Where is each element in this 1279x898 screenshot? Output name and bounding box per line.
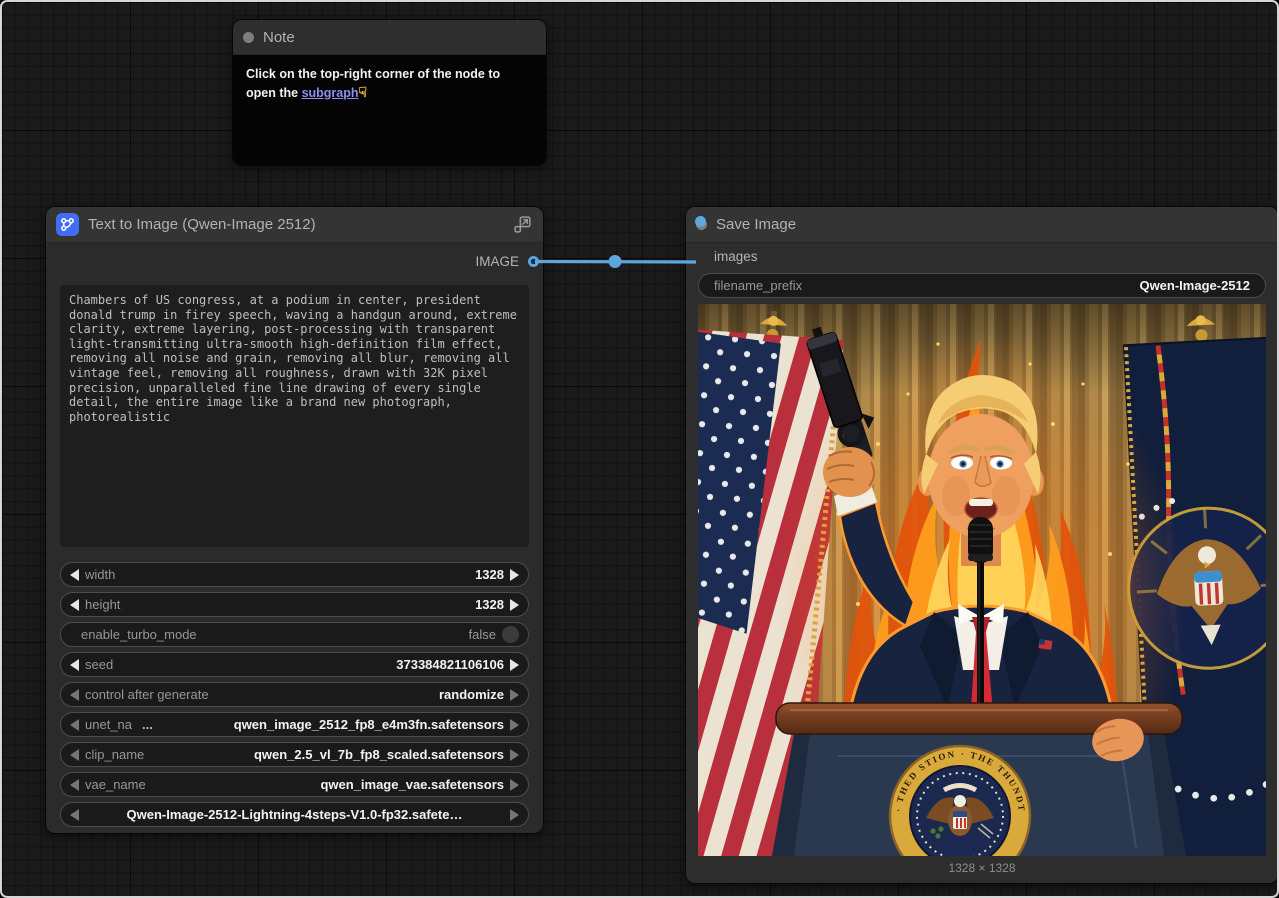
note-text: Click on the top-right corner of the nod… [246, 67, 500, 100]
generated-image-preview[interactable]: · THED STION · THE THUNDT · [698, 304, 1266, 856]
note-node[interactable]: Note Click on the top-right corner of th… [233, 20, 546, 165]
prev-option-arrow[interactable] [70, 809, 79, 821]
node-canvas[interactable]: Note Click on the top-right corner of th… [0, 0, 1279, 898]
widget-label: unet_na [85, 717, 132, 732]
increment-arrow[interactable] [510, 659, 519, 671]
widget-lora-name[interactable]: Qwen-Image-2512-Lightning-4steps-V1.0-fp… [60, 802, 529, 827]
save-image-node[interactable]: Save Image images filename_prefix Qwen-I… [686, 207, 1278, 883]
image-output-port[interactable] [528, 256, 539, 267]
text-to-image-node[interactable]: Text to Image (Qwen-Image 2512) IMAGE Ch… [46, 207, 543, 833]
subgraph-icon[interactable] [56, 213, 79, 236]
prompt-textarea[interactable]: Chambers of US congress, at a podium in … [60, 285, 529, 547]
decrement-arrow[interactable] [70, 569, 79, 581]
widget-vae-name[interactable]: vae_name qwen_image_vae.safetensors [60, 772, 529, 797]
widget-unet-name[interactable]: unet_na ... qwen_image_2512_fp8_e4m3fn.s… [60, 712, 529, 737]
note-node-header[interactable]: Note [233, 20, 546, 55]
widget-label: width [85, 567, 115, 582]
pointing-down-emoji: ☟ [359, 84, 368, 100]
next-option-arrow[interactable] [510, 809, 519, 821]
widget-value: qwen_image_vae.safetensors [320, 777, 504, 792]
widget-height[interactable]: height 1328 [60, 592, 529, 617]
next-option-arrow[interactable] [510, 779, 519, 791]
widget-label: control after generate [85, 687, 209, 702]
next-option-arrow[interactable] [510, 689, 519, 701]
image-output-label: IMAGE [475, 254, 519, 269]
widget-label: filename_prefix [714, 278, 802, 293]
collapse-dot[interactable] [243, 32, 254, 43]
widget-value: Qwen-Image-2512 [1139, 278, 1250, 293]
prev-option-arrow[interactable] [70, 779, 79, 791]
save-node-title: Save Image [716, 216, 796, 233]
prev-option-arrow[interactable] [70, 719, 79, 731]
widget-value: 1328 [475, 567, 504, 582]
widget-label: enable_turbo_mode [81, 627, 197, 642]
image-resolution-caption: 1328 × 1328 [686, 861, 1278, 875]
images-input-label: images [714, 249, 758, 264]
widget-label: height [85, 597, 120, 612]
t2i-node-header[interactable]: Text to Image (Qwen-Image 2512) [46, 207, 543, 243]
widget-clip-name[interactable]: clip_name qwen_2.5_vl_7b_fp8_scaled.safe… [60, 742, 529, 767]
save-input-row: images [686, 243, 1278, 273]
increment-arrow[interactable] [510, 599, 519, 611]
subgraph-link[interactable]: subgraph [302, 86, 359, 100]
widget-width[interactable]: width 1328 [60, 562, 529, 587]
toggle-knob[interactable] [502, 626, 519, 643]
images-input-port[interactable] [695, 216, 706, 227]
generated-image: · THED STION · THE THUNDT · [698, 304, 1266, 856]
increment-arrow[interactable] [510, 569, 519, 581]
widget-value: qwen_2.5_vl_7b_fp8_scaled.safetensors [254, 747, 504, 762]
decrement-arrow[interactable] [70, 599, 79, 611]
open-subgraph-icon[interactable] [511, 214, 533, 236]
save-node-header[interactable]: Save Image [686, 207, 1278, 243]
decrement-arrow[interactable] [70, 659, 79, 671]
widget-value: false [469, 627, 496, 642]
t2i-node-title: Text to Image (Qwen-Image 2512) [88, 216, 316, 233]
t2i-output-row: IMAGE [46, 243, 543, 285]
widget-value: randomize [439, 687, 504, 702]
widget-value: 1328 [475, 597, 504, 612]
prev-option-arrow[interactable] [70, 689, 79, 701]
link-midpoint-dot[interactable] [609, 255, 622, 268]
widget-control-after-generate[interactable]: control after generate randomize [60, 682, 529, 707]
widget-label: clip_name [85, 747, 144, 762]
widget-seed[interactable]: seed 373384821106106 [60, 652, 529, 677]
next-option-arrow[interactable] [510, 749, 519, 761]
widget-filename-prefix[interactable]: filename_prefix Qwen-Image-2512 [698, 273, 1266, 298]
next-option-arrow[interactable] [510, 719, 519, 731]
widget-value: Qwen-Image-2512-Lightning-4steps-V1.0-fp… [127, 807, 463, 822]
widget-enable-turbo-mode[interactable]: enable_turbo_mode false [60, 622, 529, 647]
widget-label: vae_name [85, 777, 146, 792]
label-ellipsis: ... [142, 717, 153, 732]
note-body-text: Click on the top-right corner of the nod… [233, 55, 546, 112]
widget-value: 373384821106106 [396, 657, 504, 672]
widget-value: qwen_image_2512_fp8_e4m3fn.safetensors [234, 717, 504, 732]
widget-label: seed [85, 657, 113, 672]
note-node-title: Note [263, 29, 295, 46]
prev-option-arrow[interactable] [70, 749, 79, 761]
